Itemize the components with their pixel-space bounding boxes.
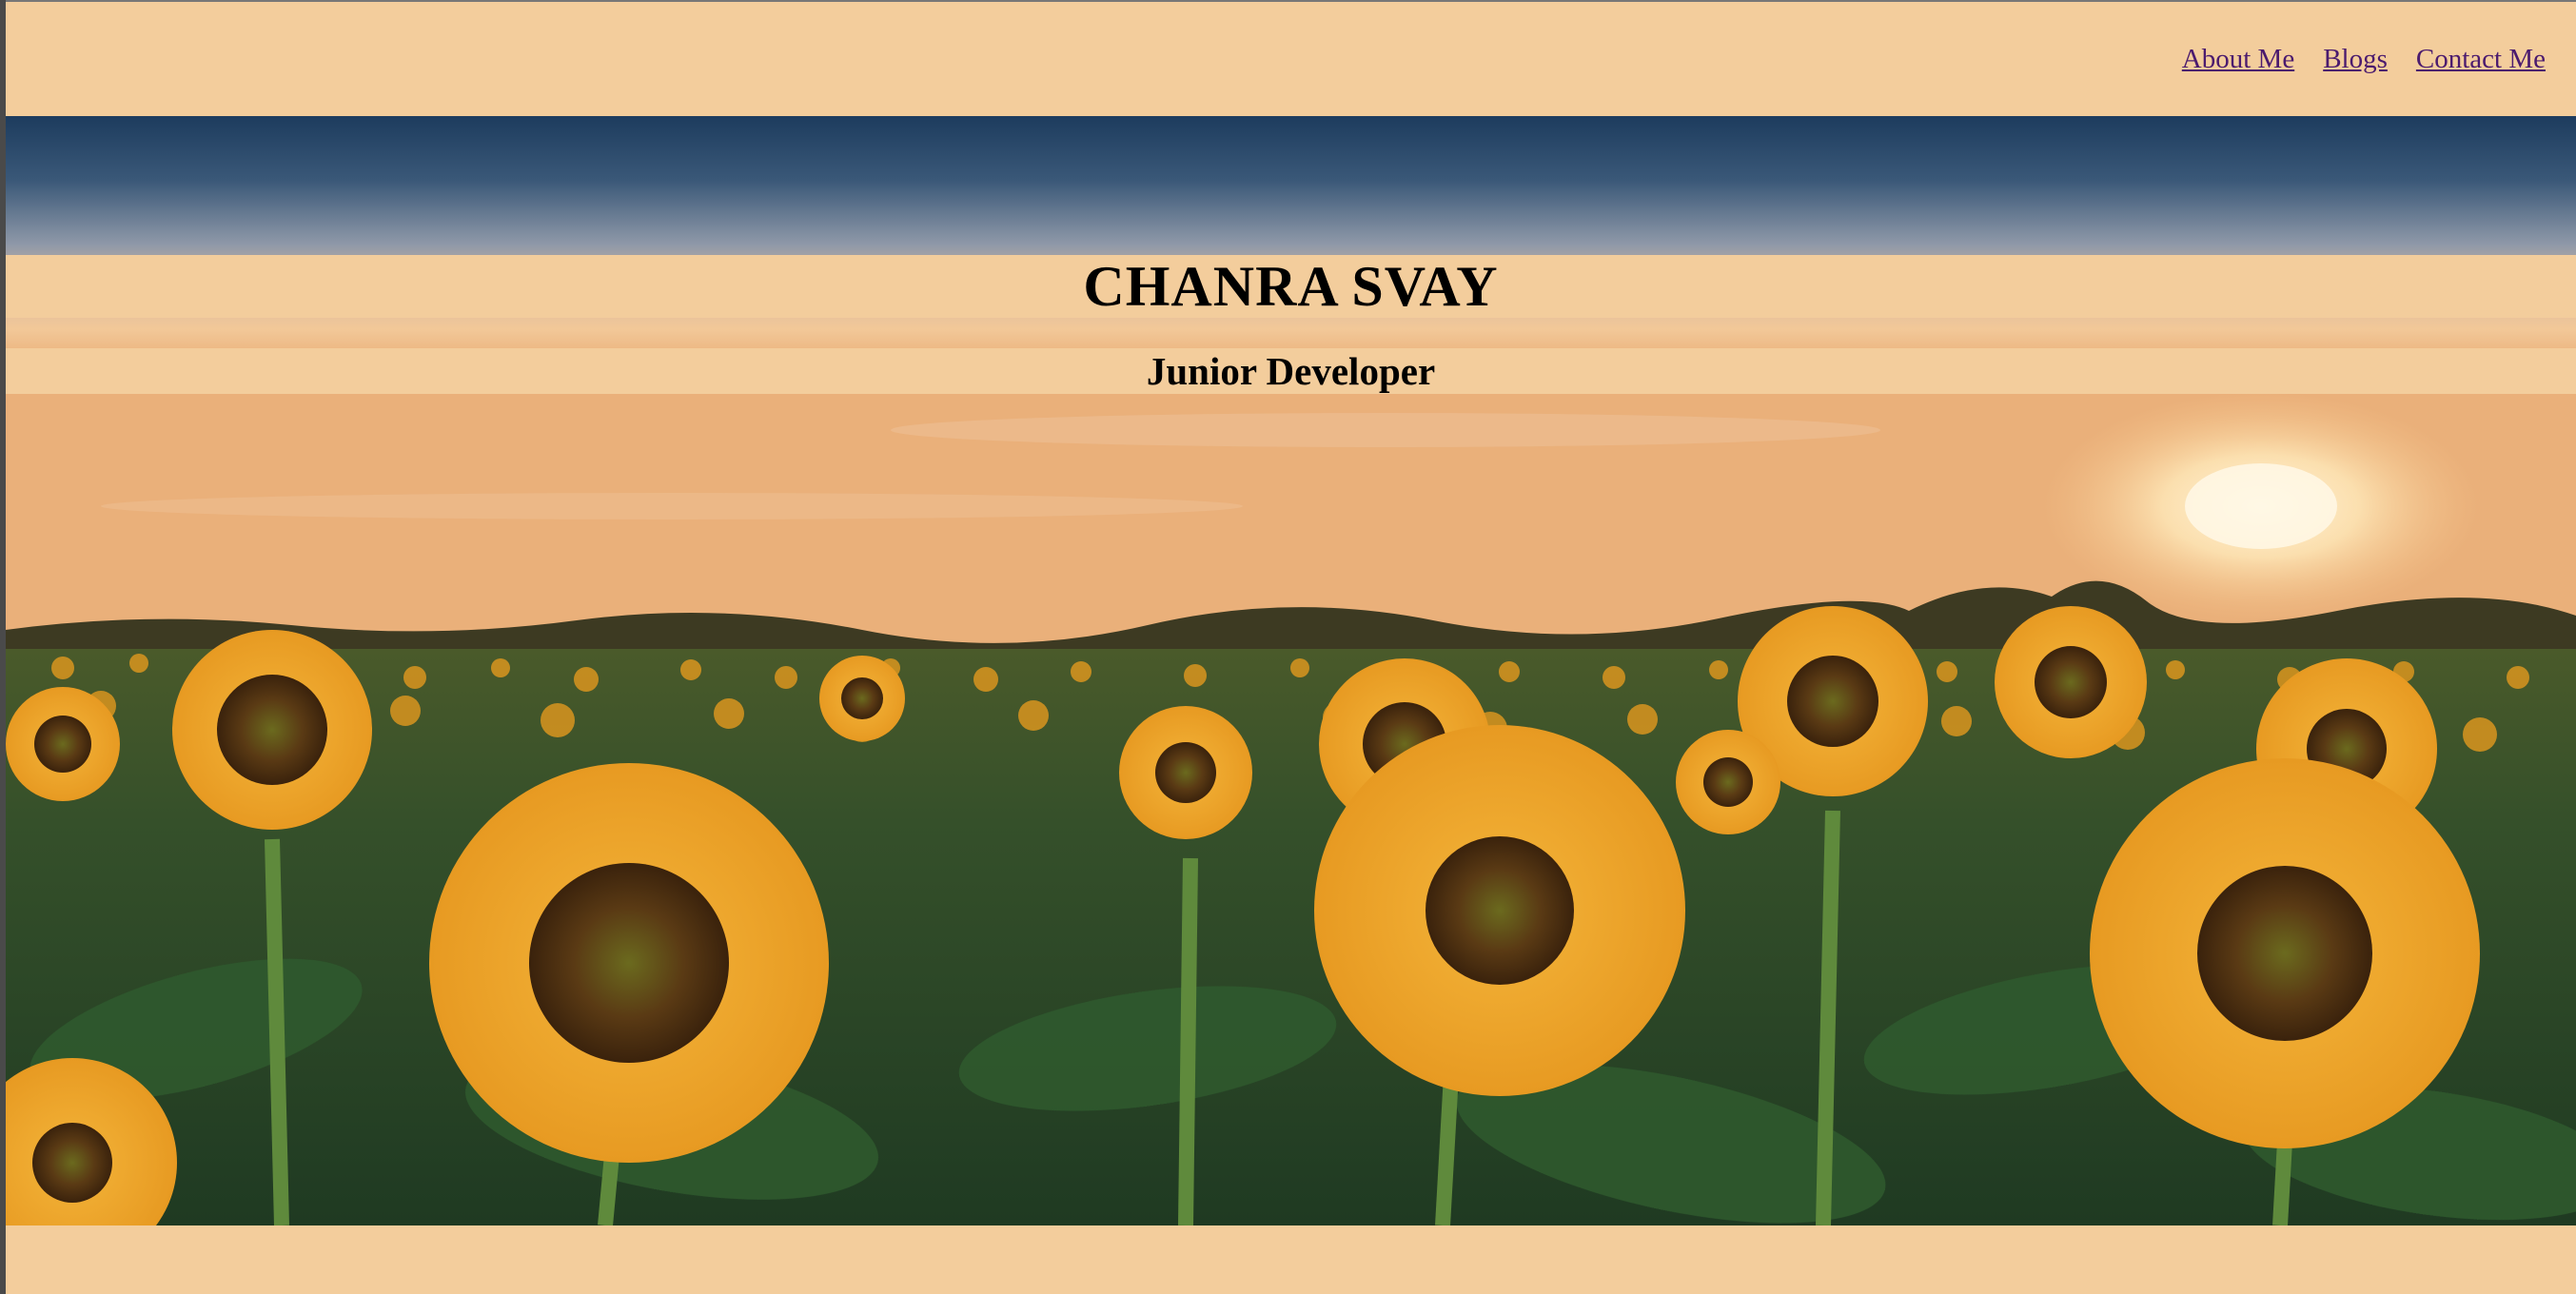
- hero-role: Junior Developer: [1146, 348, 1436, 393]
- name-band: CHANRA SVAY: [6, 255, 2576, 318]
- role-band: Junior Developer: [6, 348, 2576, 394]
- navbar: About Me Blogs Contact Me: [6, 2, 2576, 116]
- nav-link-blogs[interactable]: Blogs: [2323, 44, 2388, 75]
- nav-links: About Me Blogs Contact Me: [2182, 44, 2546, 75]
- nav-link-contact-me[interactable]: Contact Me: [2416, 44, 2546, 75]
- nav-link-about-me[interactable]: About Me: [2182, 44, 2294, 75]
- page-bottom-area: [6, 1225, 2576, 1294]
- page: About Me Blogs Contact Me CHANRA SVAY Ju…: [0, 0, 2576, 1294]
- hero-name: CHANRA SVAY: [1083, 255, 1499, 318]
